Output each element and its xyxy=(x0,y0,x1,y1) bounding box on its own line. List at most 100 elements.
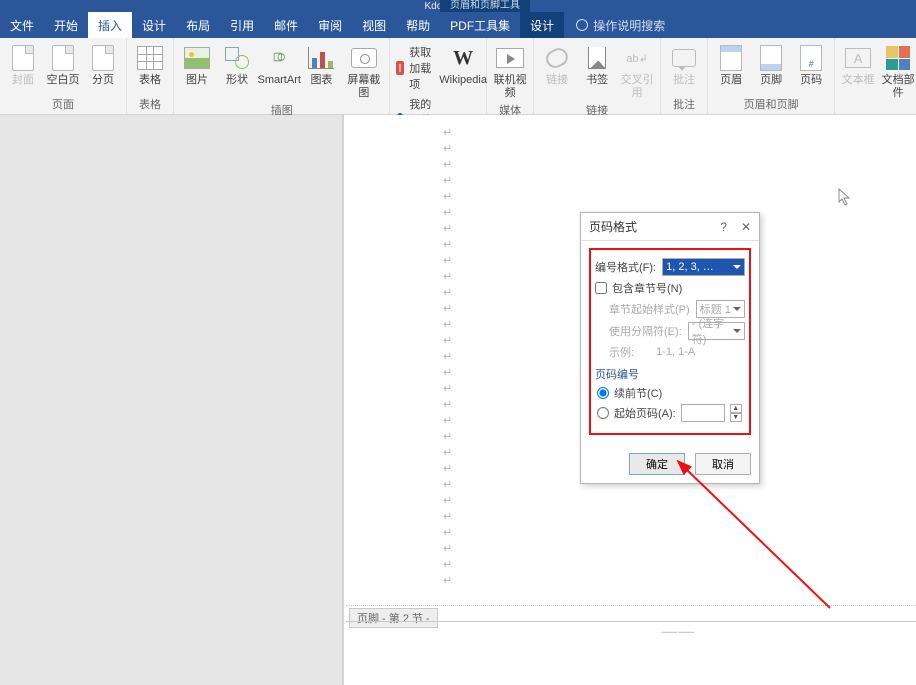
link-icon xyxy=(543,45,571,71)
page-icon xyxy=(12,45,34,71)
group-pages: 封面 空白页 分页 页面 xyxy=(0,38,127,114)
quick-parts-button[interactable]: 文档部件 xyxy=(881,42,915,100)
include-chapter-label: 包含章节号(N) xyxy=(612,280,682,296)
title-bar: 页眉和页脚工具 Kdock — Word xyxy=(0,0,916,12)
group-illustrations: 图片 形状 ⎄SmartArt 图表 屏幕截图 插图 xyxy=(174,38,390,114)
dialog-help-button[interactable]: ? xyxy=(720,220,727,234)
continue-previous-radio[interactable] xyxy=(597,387,609,399)
smartart-icon: ⎄ xyxy=(273,52,285,65)
tab-help[interactable]: 帮助 xyxy=(396,12,440,38)
smartart-button[interactable]: ⎄SmartArt xyxy=(260,42,298,100)
dialog-close-button[interactable]: ✕ xyxy=(741,220,751,234)
group-comments-title: 批注 xyxy=(667,96,701,112)
get-addins-button[interactable]: 获取加载项 xyxy=(396,44,440,92)
number-format-label: 编号格式(F): xyxy=(595,259,656,275)
tab-mail[interactable]: 邮件 xyxy=(264,12,308,38)
footer-section-tag: 页脚 - 第 2 节 - xyxy=(349,608,438,628)
table-icon xyxy=(137,46,163,70)
crossref-icon: ab↲ xyxy=(626,52,647,65)
cancel-button[interactable]: 取消 xyxy=(695,453,751,475)
cover-page-button[interactable]: 封面 xyxy=(6,42,40,94)
page-break-mark: ⸺⸺ xyxy=(661,623,695,638)
dialog-title: 页码格式 xyxy=(589,218,637,235)
group-header-footer: 页眉 页脚 #页码 页眉和页脚 xyxy=(708,38,835,114)
highlighted-settings-region: 编号格式(F): 1, 2, 3, … 包含章节号(N) 章节起始样式(P) 标… xyxy=(589,248,751,435)
header-button[interactable]: 页眉 xyxy=(714,42,748,94)
example-label: 示例: xyxy=(609,344,634,360)
store-icon xyxy=(396,61,404,75)
tab-references[interactable]: 引用 xyxy=(220,12,264,38)
group-pages-title: 页面 xyxy=(6,96,120,112)
comment-button[interactable]: 批注 xyxy=(667,42,701,94)
group-addins: 获取加载项 我的加载项 WWikipedia 加载项 xyxy=(390,38,487,114)
tab-file[interactable]: 文件 xyxy=(0,12,44,38)
tell-me-label: 操作说明搜索 xyxy=(593,17,665,34)
tab-insert[interactable]: 插入 xyxy=(88,12,132,38)
continue-previous-label: 续前节(C) xyxy=(614,385,662,401)
group-text: A文本框 文档部件 xyxy=(835,38,916,114)
number-format-select[interactable]: 1, 2, 3, … xyxy=(662,258,745,276)
number-format-value: 1, 2, 3, … xyxy=(666,261,714,273)
separator-select: - (连字符) xyxy=(688,322,745,340)
ribbon: 封面 空白页 分页 页面 表格 表格 图片 形状 ⎄SmartArt 图表 屏幕… xyxy=(0,38,916,115)
shapes-icon xyxy=(225,47,249,69)
cursor-icon xyxy=(838,188,852,206)
navigation-pane[interactable] xyxy=(0,115,343,685)
quick-parts-icon xyxy=(886,46,910,70)
dialog-titlebar[interactable]: 页码格式 ? ✕ xyxy=(581,213,759,241)
shapes-button[interactable]: 形状 xyxy=(220,42,254,100)
footer-button[interactable]: 页脚 xyxy=(754,42,788,94)
separator-label: 使用分隔符(E): xyxy=(609,323,682,339)
video-icon xyxy=(496,48,524,68)
ribbon-tabs: 文件 开始 插入 设计 布局 引用 邮件 审阅 视图 帮助 PDF工具集 设计 … xyxy=(0,12,916,38)
paragraph-marks: ↵↵↵↵↵↵↵↵↵↵↵↵↵↵↵↵↵↵↵↵↵↵↵↵↵↵↵↵↵ xyxy=(443,125,452,589)
start-at-label: 起始页码(A): xyxy=(614,405,676,421)
spin-down-button[interactable]: ▼ xyxy=(730,413,742,422)
tab-design[interactable]: 设计 xyxy=(132,12,176,38)
tab-home[interactable]: 开始 xyxy=(44,12,88,38)
spin-up-button[interactable]: ▲ xyxy=(730,404,742,413)
textbox-icon: A xyxy=(845,48,871,68)
footer-icon xyxy=(760,45,782,71)
ok-button[interactable]: 确定 xyxy=(629,453,685,475)
group-comments: 批注 批注 xyxy=(661,38,708,114)
chevron-down-icon xyxy=(733,265,741,269)
tell-me-search[interactable]: 操作说明搜索 xyxy=(576,12,665,38)
bookmark-button[interactable]: 书签 xyxy=(580,42,614,100)
separator-value: - (连字符) xyxy=(692,315,733,347)
page-number-button[interactable]: #页码 xyxy=(794,42,828,94)
page-break-button[interactable]: 分页 xyxy=(86,42,120,94)
tab-view[interactable]: 视图 xyxy=(352,12,396,38)
lightbulb-icon xyxy=(576,19,588,31)
textbox-button[interactable]: A文本框 xyxy=(841,42,875,100)
wikipedia-icon: W xyxy=(453,47,473,70)
page-number-format-dialog: 页码格式 ? ✕ 编号格式(F): 1, 2, 3, … 包含章节号(N) 章节… xyxy=(580,212,760,484)
group-header-footer-title: 页眉和页脚 xyxy=(714,96,828,112)
tab-pdf[interactable]: PDF工具集 xyxy=(440,12,520,38)
link-button[interactable]: 链接 xyxy=(540,42,574,100)
tab-review[interactable]: 审阅 xyxy=(308,12,352,38)
start-at-radio[interactable] xyxy=(597,407,609,419)
crossref-button[interactable]: ab↲交叉引用 xyxy=(620,42,654,100)
tab-contextual-design[interactable]: 设计 xyxy=(520,12,564,38)
online-video-button[interactable]: 联机视频 xyxy=(493,42,527,100)
image-icon xyxy=(184,47,210,69)
include-chapter-checkbox[interactable] xyxy=(595,282,607,294)
chart-button[interactable]: 图表 xyxy=(304,42,338,100)
page-icon xyxy=(52,45,74,71)
tab-layout[interactable]: 布局 xyxy=(176,12,220,38)
camera-icon xyxy=(351,48,377,68)
blank-page-button[interactable]: 空白页 xyxy=(46,42,80,94)
header-icon xyxy=(720,45,742,71)
pictures-button[interactable]: 图片 xyxy=(180,42,214,100)
page-numbering-section-title: 页码编号 xyxy=(595,366,745,382)
group-tables: 表格 表格 xyxy=(127,38,174,114)
group-links: 链接 书签 ab↲交叉引用 链接 xyxy=(534,38,661,114)
page-icon xyxy=(92,45,114,71)
bookmark-icon xyxy=(588,47,606,69)
start-at-input[interactable] xyxy=(681,404,725,422)
chapter-style-label: 章节起始样式(P) xyxy=(609,301,690,317)
screenshot-button[interactable]: 屏幕截图 xyxy=(344,42,383,100)
contextual-tab-label: 页眉和页脚工具 xyxy=(440,0,530,12)
table-button[interactable]: 表格 xyxy=(133,42,167,94)
